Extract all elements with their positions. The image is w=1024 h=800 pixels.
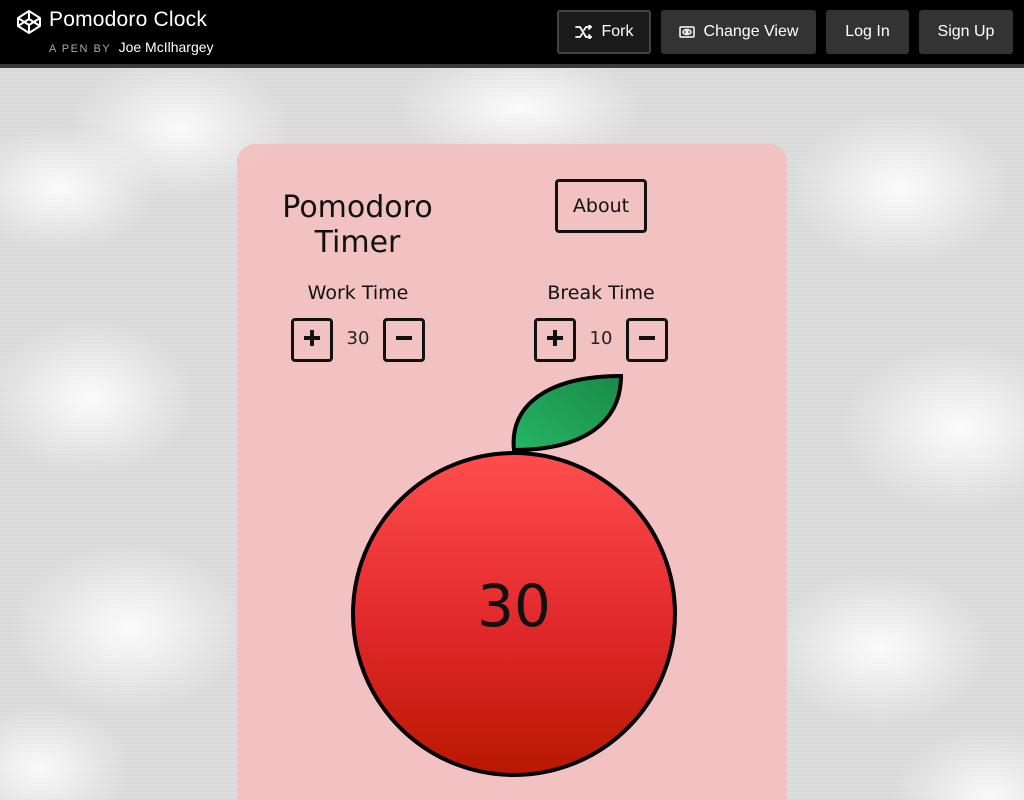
change-view-label: Change View xyxy=(703,23,799,40)
pomodoro-card: Pomodoro Timer About Work Time 30 Break … xyxy=(237,144,787,800)
page-title: Pomodoro Timer xyxy=(275,190,440,260)
author-link[interactable]: Joe McIlhargey xyxy=(119,39,214,55)
work-time-stepper: 30 xyxy=(291,318,425,362)
break-time-label: Break Time xyxy=(547,282,655,304)
minus-icon xyxy=(638,329,656,351)
plus-icon xyxy=(303,329,321,351)
about-button[interactable]: About xyxy=(555,179,647,233)
break-time-setting: Break Time 10 xyxy=(531,282,671,362)
work-time-setting: Work Time 30 xyxy=(288,282,428,362)
timer-display[interactable]: 30 xyxy=(414,572,614,640)
leaf-icon xyxy=(511,373,624,453)
work-time-decrease-button[interactable] xyxy=(383,318,425,362)
codepen-logo-icon[interactable] xyxy=(16,9,42,35)
title-line-1: Pomodoro xyxy=(282,190,433,225)
log-in-button[interactable]: Log In xyxy=(826,10,909,54)
break-time-decrease-button[interactable] xyxy=(626,318,668,362)
fork-button[interactable]: Fork xyxy=(557,10,651,54)
sign-up-button[interactable]: Sign Up xyxy=(919,10,1013,54)
title-line-2: Timer xyxy=(314,225,401,260)
pen-byline: A PEN BY Joe McIlhargey xyxy=(49,39,214,57)
fork-icon xyxy=(574,25,593,39)
pen-title: Pomodoro Clock xyxy=(49,8,208,31)
plus-icon xyxy=(546,329,564,351)
break-time-value: 10 xyxy=(589,328,613,349)
break-time-stepper: 10 xyxy=(534,318,668,362)
work-time-increase-button[interactable] xyxy=(291,318,333,362)
work-time-value: 30 xyxy=(346,328,370,349)
minus-icon xyxy=(395,329,413,351)
work-time-label: Work Time xyxy=(307,282,409,304)
fork-label: Fork xyxy=(601,23,634,40)
codepen-header: Pomodoro Clock A PEN BY Joe McIlhargey F… xyxy=(0,0,1024,68)
break-time-increase-button[interactable] xyxy=(534,318,576,362)
eye-icon xyxy=(678,25,695,39)
change-view-button[interactable]: Change View xyxy=(661,10,816,54)
byline-prefix: A PEN BY xyxy=(49,43,112,55)
